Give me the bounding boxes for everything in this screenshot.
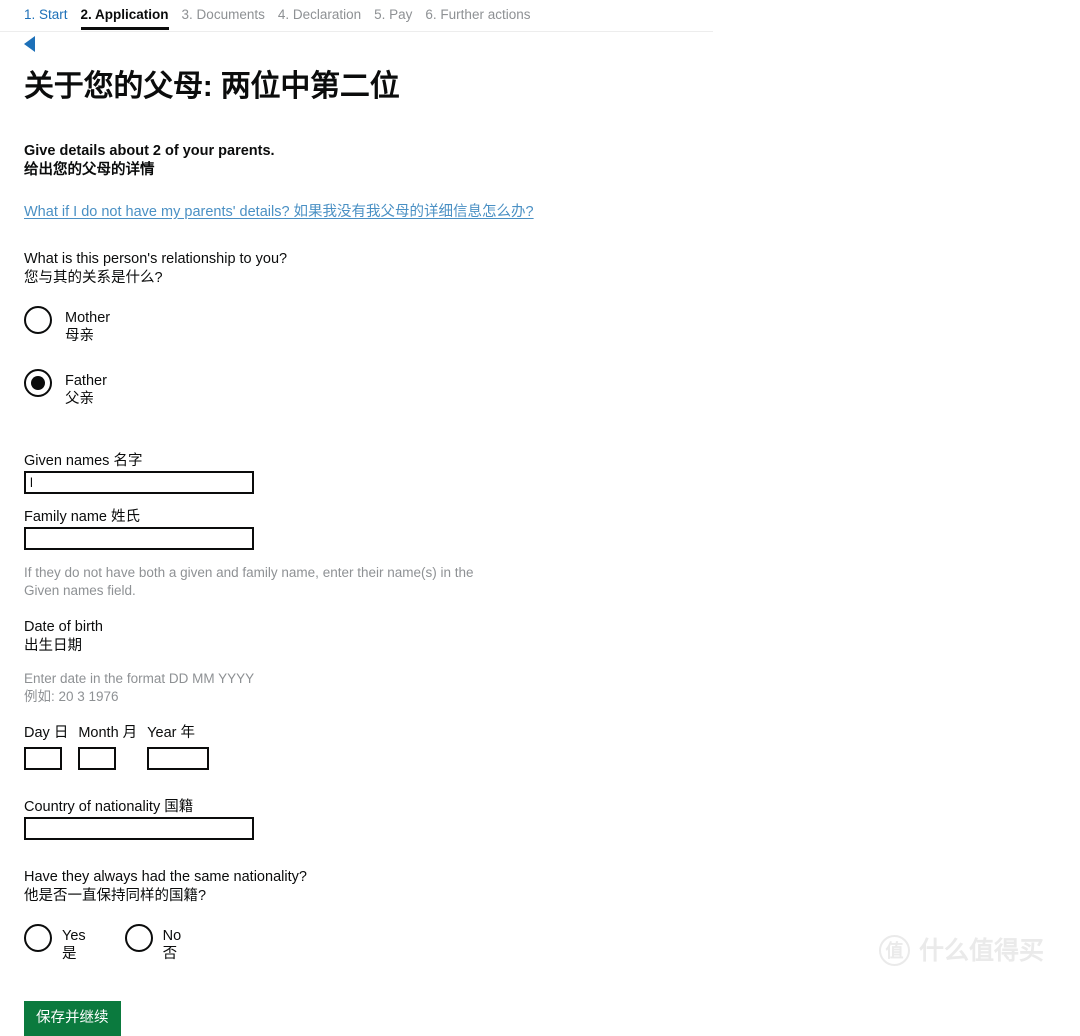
date-format-hint-chinese: 例如: 20 3 1976 [24, 689, 119, 704]
step-tab-list: 1. Start 2. Application 3. Documents 4. … [24, 6, 713, 31]
missing-details-help-link[interactable]: What if I do not have my parents' detail… [24, 202, 534, 222]
year-input[interactable] [147, 747, 210, 770]
lede-chinese: 给出您的父母的详情 [24, 162, 155, 178]
names-hint: If they do not have both a given and fam… [24, 565, 474, 598]
month-field-group: Month 月 [78, 724, 137, 770]
steps-divider [0, 31, 713, 32]
option-chinese: 父亲 [65, 391, 94, 407]
page-title: 关于您的父母: 两位中第二位 [24, 70, 400, 103]
step-tab-pay[interactable]: 5. Pay [374, 6, 425, 31]
radio-circle-icon[interactable] [124, 924, 153, 952]
option-english: Yes [62, 928, 86, 944]
same-nationality-option-no-label: No 否 [163, 924, 182, 963]
relationship-option-father-label: Father 父亲 [65, 369, 107, 408]
day-field-group: Day 日 [24, 724, 68, 770]
same-nationality-question-english: Have they always had the same nationalit… [24, 869, 307, 885]
date-of-birth-fields: Day 日 Month 月 Year 年 [24, 724, 714, 770]
relationship-question: What is this person's relationship to yo… [24, 250, 714, 288]
step-tab-start[interactable]: 1. Start [24, 6, 81, 31]
step-tab-application[interactable]: 2. Application [80, 6, 182, 31]
same-nationality-radio-group: Yes 是 No 否 [24, 924, 714, 963]
same-nationality-question-chinese: 他是否一直保持同样的国籍? [24, 888, 207, 904]
family-name-label: Family name 姓氏 [24, 509, 141, 525]
relationship-option-father[interactable]: Father 父亲 [24, 369, 714, 408]
option-english: Father [65, 373, 107, 389]
relationship-radio-group: Mother 母亲 Father 父亲 [24, 306, 714, 408]
radio-circle-icon[interactable] [24, 924, 52, 952]
step-tab-further-actions[interactable]: 6. Further actions [425, 6, 543, 31]
relationship-option-mother-label: Mother 母亲 [65, 306, 110, 345]
back-button[interactable] [24, 36, 35, 52]
lede-english: Give details about 2 of your parents. [24, 143, 275, 159]
option-english: Mother [65, 310, 111, 326]
relationship-question-chinese: 您与其的关系是什么? [24, 270, 163, 286]
dob-label-chinese: 出生日期 [24, 638, 82, 654]
same-nationality-option-yes[interactable]: Yes 是 [24, 924, 86, 963]
watermark: 值 什么值得买 [878, 935, 1044, 966]
country-of-nationality-label: Country of nationality 国籍 [24, 799, 194, 815]
step-tab-declaration[interactable]: 4. Declaration [278, 6, 374, 31]
date-format-hint: Enter date in the format DD MM YYYY 例如: … [24, 670, 499, 706]
lede-text: Give details about 2 of your parents. 给出… [24, 142, 714, 180]
dob-label-english: Date of birth [24, 619, 103, 635]
option-english: No [162, 928, 182, 944]
date-format-hint-english: Enter date in the format DD MM YYYY [24, 671, 255, 686]
relationship-option-mother[interactable]: Mother 母亲 [24, 306, 714, 345]
day-label: Day 日 [24, 725, 69, 741]
country-of-nationality-input[interactable] [24, 817, 254, 840]
same-nationality-option-yes-label: Yes 是 [62, 924, 86, 963]
relationship-question-english: What is this person's relationship to yo… [24, 251, 288, 267]
year-field-group: Year 年 [147, 724, 210, 770]
main-content: 关于您的父母: 两位中第二位 Give details about 2 of y… [24, 68, 714, 1036]
option-chinese: 母亲 [65, 328, 94, 344]
watermark-badge-icon: 值 [878, 935, 910, 966]
year-label: Year 年 [147, 725, 195, 741]
save-and-continue-button[interactable]: 保存并继续 [24, 1001, 121, 1036]
option-chinese: 否 [162, 946, 178, 962]
date-of-birth-label: Date of birth 出生日期 [24, 618, 714, 656]
progress-steps-bar: 1. Start 2. Application 3. Documents 4. … [0, 0, 713, 31]
month-label: Month 月 [78, 725, 138, 741]
option-chinese: 是 [62, 946, 77, 962]
radio-circle-icon[interactable] [24, 306, 52, 334]
given-names-input[interactable] [24, 471, 254, 494]
back-triangle-icon[interactable] [24, 36, 35, 52]
family-name-input[interactable] [24, 527, 254, 550]
radio-circle-selected-icon[interactable] [24, 369, 52, 397]
same-nationality-option-no[interactable]: No 否 [124, 924, 182, 963]
month-input[interactable] [78, 747, 117, 770]
day-input[interactable] [24, 747, 62, 770]
step-tab-documents[interactable]: 3. Documents [182, 6, 278, 31]
watermark-text: 什么值得买 [918, 936, 1044, 965]
given-names-label: Given names 名字 [24, 453, 143, 469]
same-nationality-question: Have they always had the same nationalit… [24, 868, 714, 906]
